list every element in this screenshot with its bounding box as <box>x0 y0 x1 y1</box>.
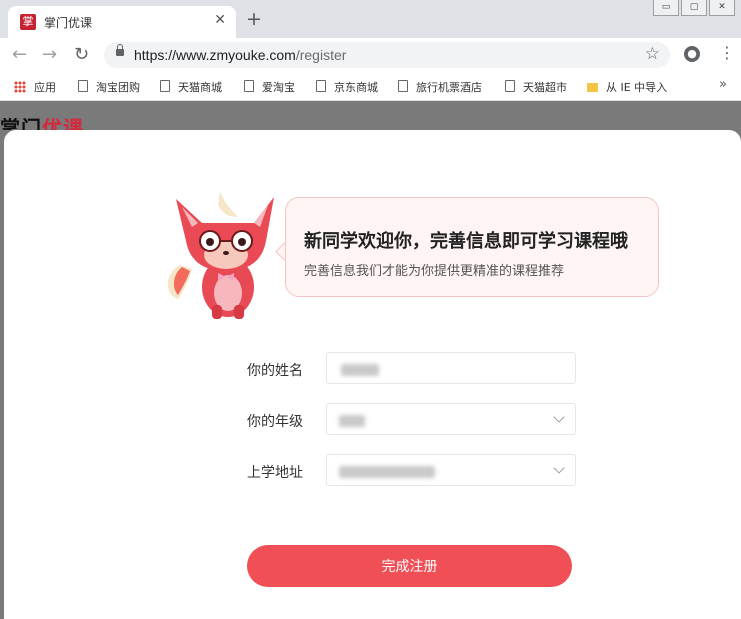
bookmarks-overflow-button[interactable]: » <box>719 77 727 92</box>
page-icon <box>316 80 326 92</box>
bookmark-item[interactable]: 京东商城 <box>316 79 378 95</box>
school-address-select[interactable] <box>326 454 576 486</box>
bookmark-label: 京东商城 <box>334 81 378 94</box>
bookmark-label: 天猫超市 <box>523 81 567 94</box>
welcome-subtitle: 完善信息我们才能为你提供更精准的课程推荐 <box>304 264 565 279</box>
page-icon <box>505 80 515 92</box>
page-icon <box>244 80 254 92</box>
bookmark-label: 爱淘宝 <box>262 81 295 94</box>
bookmark-label: 从 IE 中导入 <box>606 81 668 94</box>
lock-icon[interactable] <box>116 44 124 56</box>
forward-button[interactable]: → <box>42 44 57 65</box>
url-host: https://www.zmyouke.com <box>134 47 296 63</box>
bookmark-item[interactable]: 淘宝团购 <box>78 79 140 95</box>
bookmark-apps[interactable]: 应用 <box>14 79 56 95</box>
speech-bubble: 新同学欢迎你，完善信息即可学习课程哦 完善信息我们才能为你提供更精准的课程推荐 <box>285 197 659 297</box>
window-controls: ▭ ▢ ✕ <box>651 0 735 16</box>
profile-icon[interactable]: ● <box>684 46 700 62</box>
chevron-down-icon <box>553 462 565 474</box>
browser-toolbar: ← → ↻ https://www.zmyouke.com/register ☆… <box>0 38 741 72</box>
bookmark-item[interactable]: 天猫商城 <box>160 79 222 95</box>
redacted-value <box>341 364 379 376</box>
folder-icon <box>587 83 598 92</box>
page-icon <box>160 80 170 92</box>
tab-bar: 掌 掌门优课 ✕ + ▭ ▢ ✕ <box>0 0 741 38</box>
redacted-value <box>339 466 435 478</box>
grade-select[interactable] <box>326 403 576 435</box>
grade-label: 你的年级 <box>247 414 303 430</box>
maximize-button[interactable]: ▢ <box>681 0 707 16</box>
bookmark-item[interactable]: 旅行机票酒店 <box>398 79 482 95</box>
bookmark-folder[interactable]: 从 IE 中导入 <box>587 79 667 95</box>
bookmark-label: 旅行机票酒店 <box>416 81 482 94</box>
site-favicon-icon: 掌 <box>20 14 36 30</box>
tab-close-icon[interactable]: ✕ <box>214 12 226 28</box>
bookmark-label: 应用 <box>34 81 56 94</box>
url-text: https://www.zmyouke.com/register <box>134 47 346 63</box>
close-window-button[interactable]: ✕ <box>709 0 735 16</box>
apps-icon <box>14 81 26 93</box>
site-logo: 掌门优课 <box>0 118 84 130</box>
welcome-title: 新同学欢迎你，完善信息即可学习课程哦 <box>304 231 628 252</box>
complete-registration-button[interactable]: 完成注册 <box>247 545 572 587</box>
reload-button[interactable]: ↻ <box>74 44 89 65</box>
fox-mascot-icon <box>167 191 274 319</box>
tab-title: 掌门优课 <box>44 16 93 30</box>
logo-text-red: 优课 <box>42 118 84 130</box>
bookmark-item[interactable]: 爱淘宝 <box>244 79 295 95</box>
minimize-button[interactable]: ▭ <box>653 0 679 16</box>
address-bar[interactable]: https://www.zmyouke.com/register ☆ <box>104 42 670 68</box>
browser-tab[interactable]: 掌 掌门优课 ✕ <box>8 6 236 38</box>
browser-menu-icon[interactable]: ⋮ <box>719 45 735 61</box>
bookmark-item[interactable]: 天猫超市 <box>505 79 567 95</box>
logo-text-black: 掌门 <box>0 118 42 130</box>
school-label: 上学地址 <box>247 465 303 481</box>
name-label: 你的姓名 <box>247 363 303 379</box>
url-path: /register <box>295 47 347 63</box>
bookmark-label: 天猫商城 <box>178 81 222 94</box>
page-icon <box>78 80 88 92</box>
name-input[interactable] <box>326 352 576 384</box>
new-tab-button[interactable]: + <box>246 8 262 30</box>
chevron-down-icon <box>553 411 565 423</box>
bookmarks-bar: 应用 淘宝团购 天猫商城 爱淘宝 京东商城 旅行机票酒店 天猫超市 从 IE 中… <box>0 72 741 101</box>
bookmark-star-icon[interactable]: ☆ <box>645 44 660 64</box>
back-button[interactable]: ← <box>12 44 27 65</box>
redacted-value <box>339 415 365 427</box>
bookmark-label: 淘宝团购 <box>96 81 140 94</box>
page-icon <box>398 80 408 92</box>
